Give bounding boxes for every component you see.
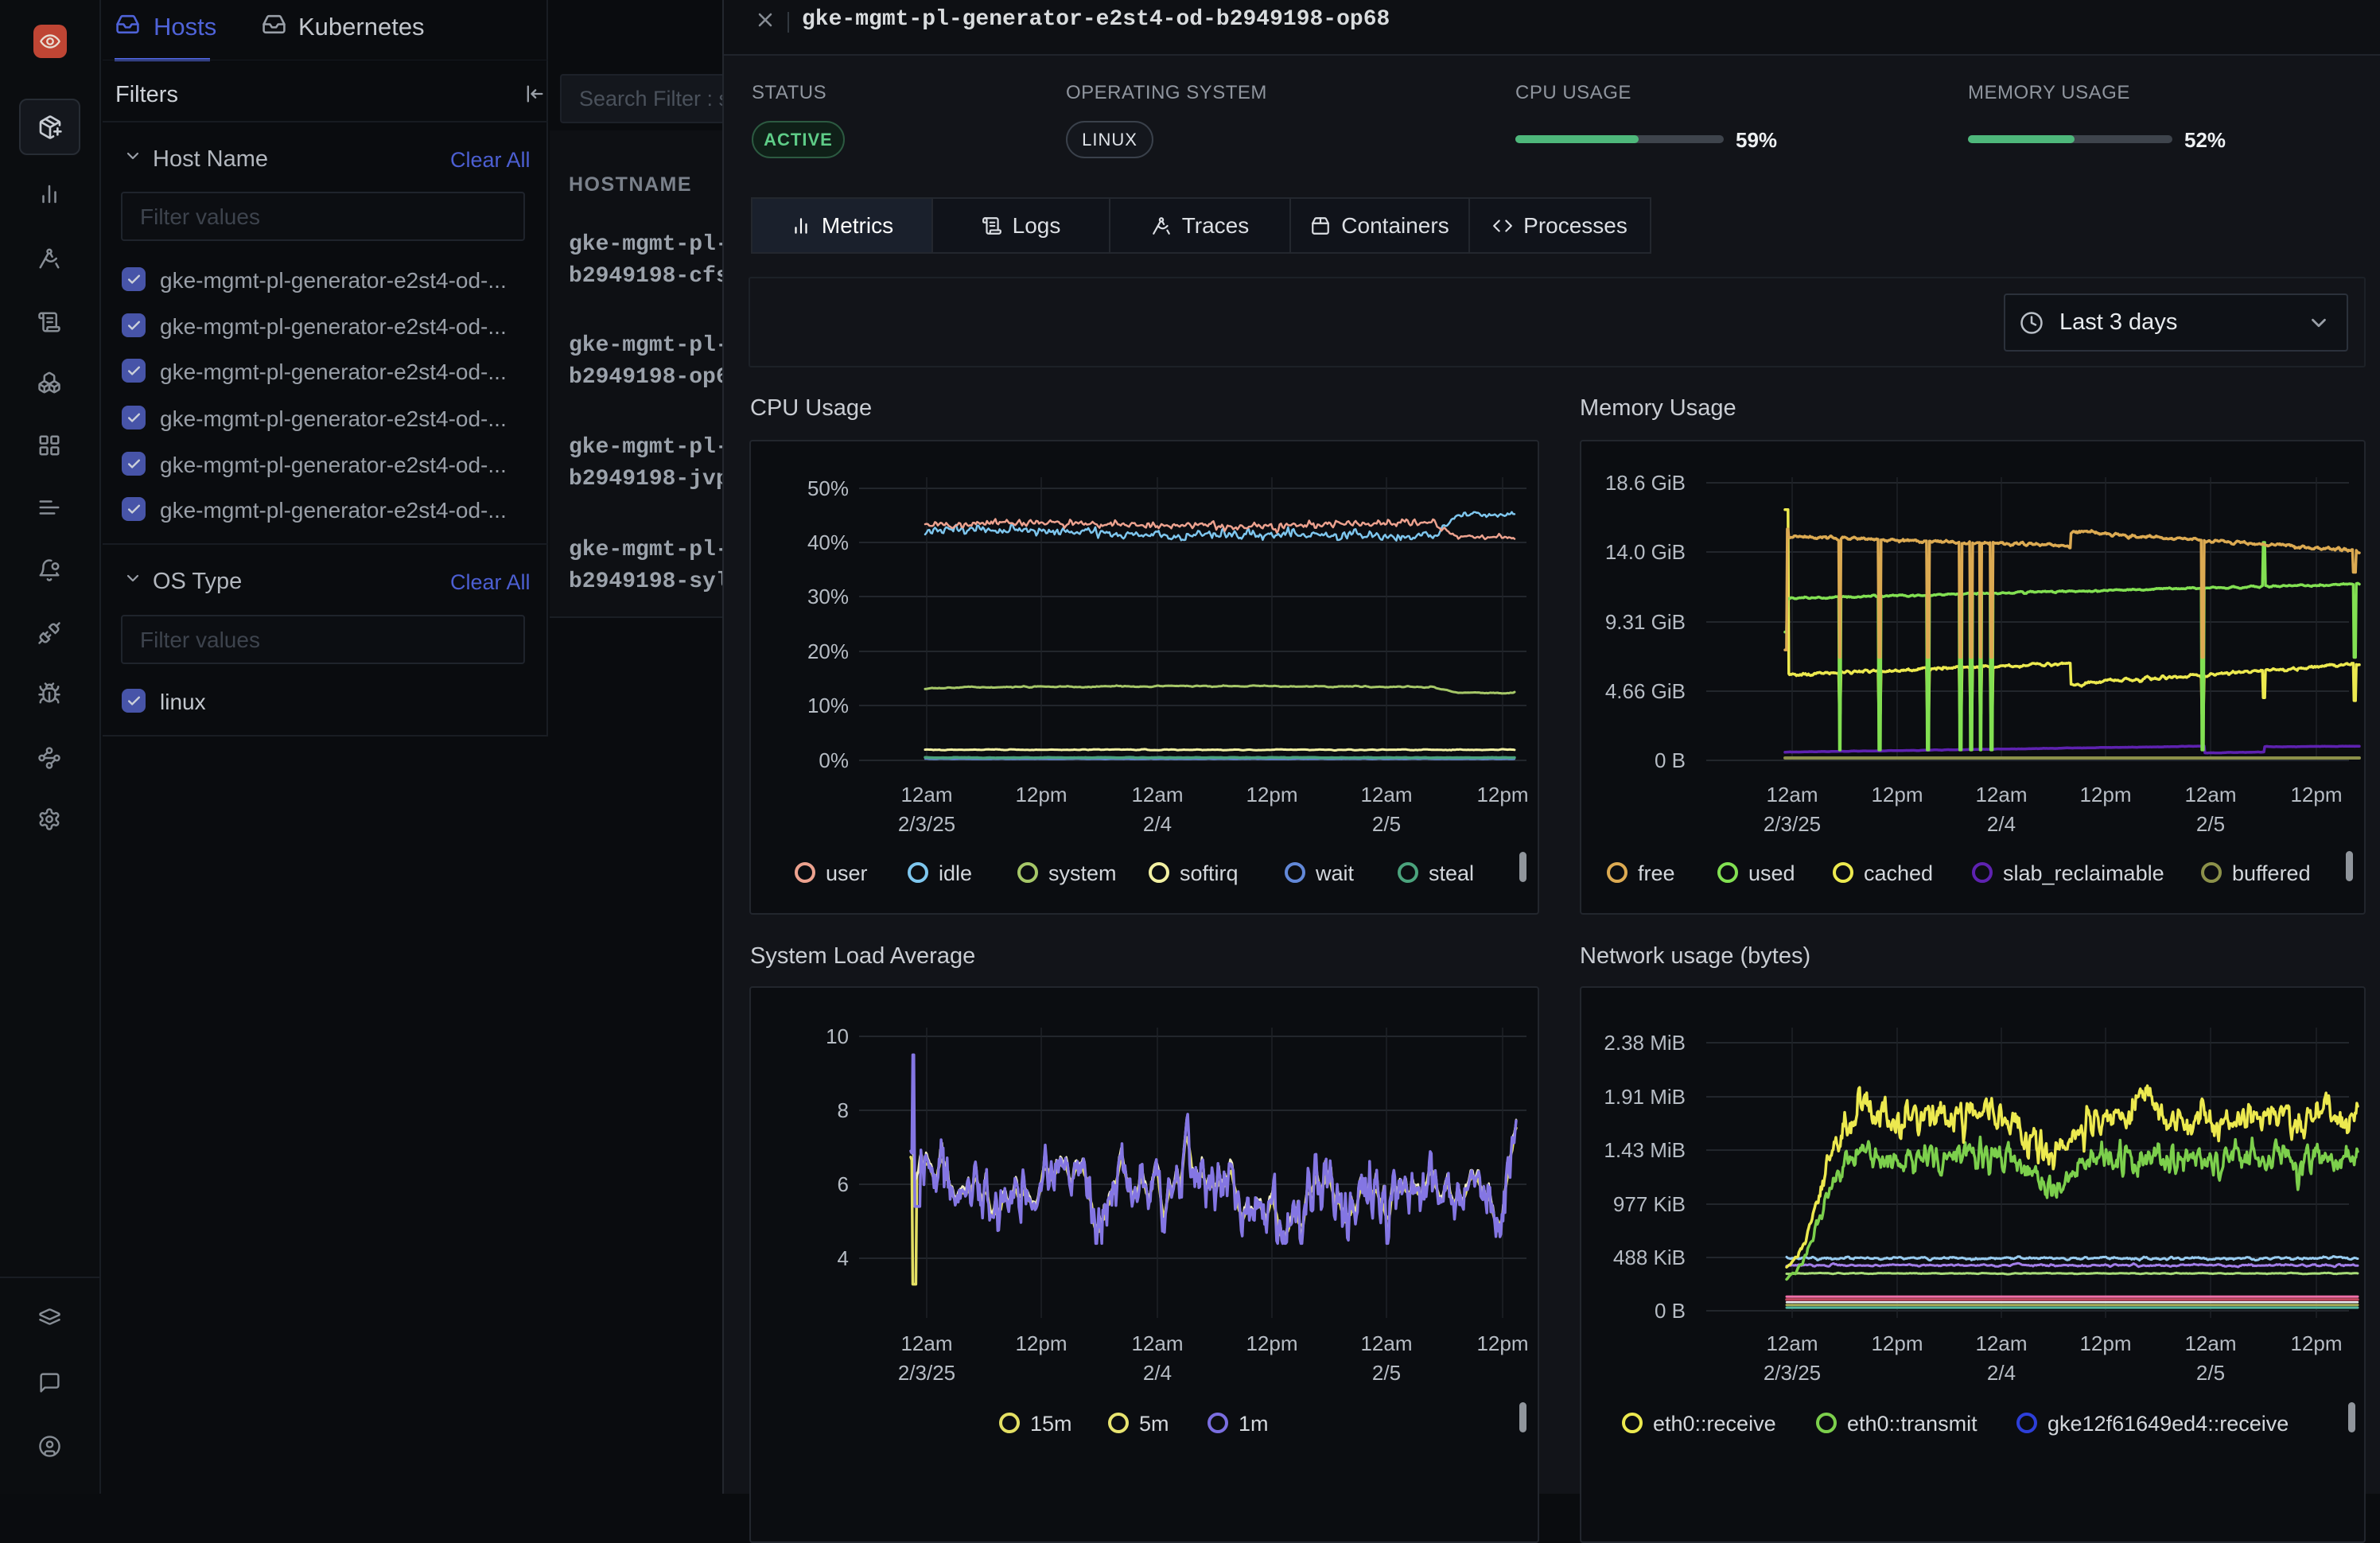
svg-text:1.91 MiB: 1.91 MiB — [1604, 1085, 1686, 1109]
svg-text:15m: 15m — [1030, 1412, 1072, 1436]
svg-text:wait: wait — [1315, 861, 1355, 885]
svg-text:eth0::transmit: eth0::transmit — [1847, 1412, 1978, 1436]
svg-text:12am: 12am — [1975, 783, 2027, 806]
svg-text:20%: 20% — [807, 639, 849, 663]
svg-text:2/5: 2/5 — [1372, 812, 1401, 836]
svg-text:0 B: 0 B — [1655, 1299, 1686, 1323]
svg-text:1m: 1m — [1239, 1412, 1269, 1436]
svg-text:12am: 12am — [1131, 1331, 1183, 1355]
svg-text:12am: 12am — [1131, 783, 1183, 806]
svg-text:2/5: 2/5 — [2196, 812, 2225, 836]
svg-text:12pm: 12pm — [1246, 1331, 1297, 1355]
svg-text:12pm: 12pm — [2290, 783, 2342, 806]
svg-text:8: 8 — [838, 1098, 849, 1122]
svg-text:eth0::receive: eth0::receive — [1653, 1412, 1776, 1436]
svg-text:12pm: 12pm — [2290, 1331, 2342, 1355]
svg-text:12pm: 12pm — [2079, 783, 2131, 806]
svg-text:2/3/25: 2/3/25 — [898, 812, 955, 836]
svg-text:2/3/25: 2/3/25 — [1764, 812, 1821, 836]
svg-text:2/5: 2/5 — [1372, 1361, 1401, 1385]
svg-text:gke12f61649ed4::receive: gke12f61649ed4::receive — [2048, 1412, 2289, 1436]
svg-text:12pm: 12pm — [1476, 1331, 1528, 1355]
svg-text:user: user — [826, 861, 868, 885]
svg-text:12pm: 12pm — [1871, 1331, 1923, 1355]
svg-text:12am: 12am — [2184, 783, 2236, 806]
svg-text:2/3/25: 2/3/25 — [898, 1361, 955, 1385]
svg-text:2/4: 2/4 — [1143, 812, 1172, 836]
svg-text:40%: 40% — [807, 531, 849, 554]
svg-text:free: free — [1638, 861, 1675, 885]
svg-text:softirq: softirq — [1180, 861, 1239, 885]
svg-text:2/4: 2/4 — [1987, 812, 2016, 836]
svg-text:5m: 5m — [1139, 1412, 1169, 1436]
svg-text:30%: 30% — [807, 585, 849, 608]
svg-text:2/5: 2/5 — [2196, 1361, 2225, 1385]
svg-text:9.31 GiB: 9.31 GiB — [1605, 610, 1686, 634]
svg-text:977 KiB: 977 KiB — [1613, 1192, 1686, 1216]
svg-text:10%: 10% — [807, 694, 849, 717]
svg-text:buffered: buffered — [2232, 861, 2311, 885]
svg-text:14.0 GiB: 14.0 GiB — [1605, 540, 1686, 564]
svg-text:6: 6 — [838, 1172, 849, 1196]
svg-text:12am: 12am — [1975, 1331, 2027, 1355]
svg-text:12pm: 12pm — [1246, 783, 1297, 806]
svg-text:cached: cached — [1864, 861, 1933, 885]
svg-text:12am: 12am — [900, 1331, 952, 1355]
svg-text:0%: 0% — [819, 748, 849, 772]
svg-text:12am: 12am — [2184, 1331, 2236, 1355]
svg-text:system: system — [1048, 861, 1117, 885]
svg-text:12am: 12am — [1360, 1331, 1412, 1355]
svg-text:2.38 MiB: 2.38 MiB — [1604, 1031, 1686, 1055]
svg-text:12am: 12am — [1360, 783, 1412, 806]
svg-text:18.6 GiB: 18.6 GiB — [1605, 471, 1686, 495]
svg-text:2/4: 2/4 — [1987, 1361, 2016, 1385]
svg-text:4.66 GiB: 4.66 GiB — [1605, 679, 1686, 703]
svg-text:12pm: 12pm — [1871, 783, 1923, 806]
svg-text:12am: 12am — [900, 783, 952, 806]
svg-text:12am: 12am — [1766, 1331, 1818, 1355]
svg-text:50%: 50% — [807, 476, 849, 500]
svg-text:2/3/25: 2/3/25 — [1764, 1361, 1821, 1385]
svg-text:used: used — [1748, 861, 1795, 885]
svg-text:12pm: 12pm — [1476, 783, 1528, 806]
svg-text:488 KiB: 488 KiB — [1613, 1246, 1686, 1269]
svg-text:0 B: 0 B — [1655, 748, 1686, 772]
svg-text:12pm: 12pm — [1015, 1331, 1067, 1355]
svg-text:12pm: 12pm — [1015, 783, 1067, 806]
svg-text:steal: steal — [1429, 861, 1474, 885]
svg-text:12am: 12am — [1766, 783, 1818, 806]
svg-text:idle: idle — [939, 861, 972, 885]
svg-text:1.43 MiB: 1.43 MiB — [1604, 1138, 1686, 1162]
svg-text:12pm: 12pm — [2079, 1331, 2131, 1355]
svg-text:2/4: 2/4 — [1143, 1361, 1172, 1385]
svg-text:10: 10 — [826, 1024, 849, 1048]
svg-text:4: 4 — [838, 1246, 849, 1270]
svg-text:slab_reclaimable: slab_reclaimable — [2003, 861, 2164, 885]
